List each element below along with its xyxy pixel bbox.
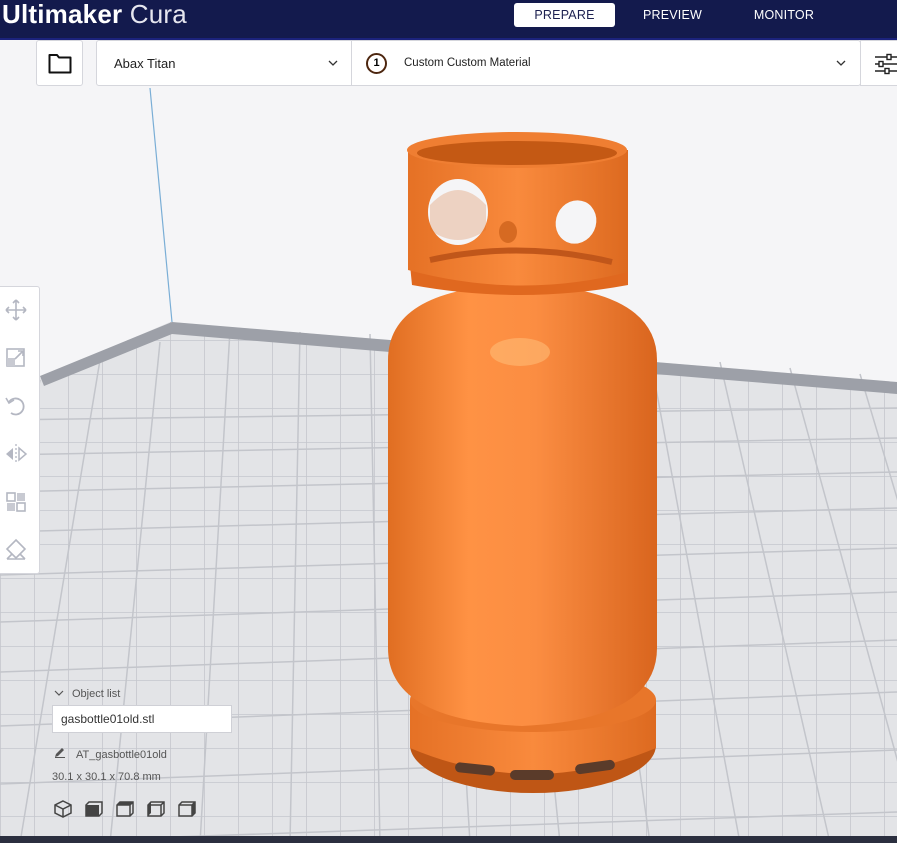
printer-selector[interactable]: Abax Titan (96, 40, 352, 86)
object-list-toggle[interactable]: Object list (54, 688, 120, 700)
scale-icon[interactable] (3, 345, 29, 371)
object-dimensions: 30.1 x 30.1 x 70.8 mm (52, 771, 161, 783)
view-top-icon[interactable] (114, 798, 136, 820)
toolbar-row: Abax Titan 1 Custom Custom Material (0, 40, 897, 88)
view-right-icon[interactable] (176, 798, 198, 820)
left-toolbar (0, 286, 40, 574)
stage-tabs: PREPARE PREVIEW MONITOR (514, 3, 838, 27)
header-bar: Ultimaker Cura PREPARE PREVIEW MONITOR (0, 0, 897, 40)
view-3d-icon[interactable] (52, 798, 74, 820)
print-settings-button[interactable] (860, 40, 897, 86)
open-file-button[interactable] (36, 40, 83, 86)
object-list-label: Object list (72, 688, 121, 700)
object-name-field[interactable]: AT_gasbottle01old (54, 746, 167, 761)
move-icon[interactable] (3, 297, 29, 323)
tab-preview[interactable]: PREVIEW (615, 3, 730, 27)
tab-prepare[interactable]: PREPARE (514, 3, 615, 27)
bottom-edge (0, 836, 897, 843)
chevron-down-icon (836, 60, 846, 66)
tab-monitor[interactable]: MONITOR (730, 3, 838, 27)
view-front-icon[interactable] (83, 798, 105, 820)
app-logo: Ultimaker Cura (2, 0, 187, 30)
logo-light: Cura (129, 0, 187, 29)
extruder-number: 1 (368, 55, 385, 72)
chevron-down-icon (54, 690, 64, 696)
object-list-item[interactable]: gasbottle01old.stl (52, 705, 232, 733)
folder-icon (48, 54, 72, 74)
gas-bottle-model[interactable] (388, 132, 657, 793)
view-left-icon[interactable] (145, 798, 167, 820)
object-name: AT_gasbottle01old (76, 749, 167, 761)
sliders-icon (875, 53, 897, 75)
mirror-icon[interactable] (3, 441, 29, 467)
camera-view-buttons (52, 798, 198, 820)
logo-bold: Ultimaker (2, 0, 123, 29)
per-model-settings-icon[interactable] (3, 489, 29, 515)
rotate-icon[interactable] (3, 393, 29, 419)
extruder-badge: 1 (366, 53, 387, 74)
support-blocker-icon[interactable] (3, 537, 29, 563)
material-selector[interactable]: 1 Custom Custom Material (351, 40, 861, 86)
pencil-icon (55, 748, 65, 758)
material-name: Custom Custom Material (404, 57, 531, 69)
printer-name: Abax Titan (114, 56, 176, 71)
chevron-down-icon (328, 60, 338, 66)
